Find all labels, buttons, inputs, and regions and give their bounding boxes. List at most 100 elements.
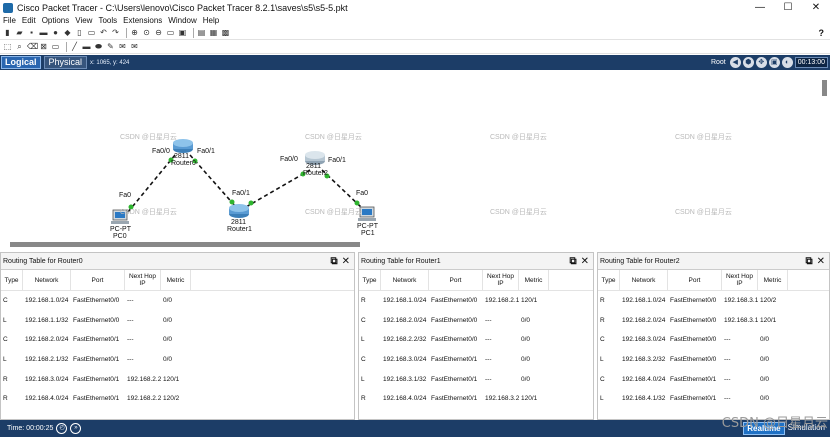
- topology-canvas: [111, 139, 376, 224]
- tools-toolbar: ⬚ ⌕ ⌫ ⊠ ▭ ╱ ▬ ⬬ ✎ ✉ ✉: [0, 40, 830, 54]
- close-panel-icon[interactable]: ✕: [342, 256, 350, 267]
- power-cycle-icon[interactable]: ◴: [56, 423, 68, 434]
- viewport-icon[interactable]: ▤: [197, 28, 206, 37]
- undock-icon[interactable]: ⧉: [569, 256, 576, 267]
- port-label: Fa0/1: [328, 157, 346, 164]
- close-panel-icon[interactable]: ✕: [817, 256, 825, 267]
- table-row: R 192.168.4.0/24 FastEthernet0/1 192.168.3.…: [359, 389, 593, 409]
- vertical-scrollbar[interactable]: [822, 80, 827, 96]
- column-header-nexthop[interactable]: Next Hop IP: [483, 269, 519, 291]
- add-simple-pdu-icon[interactable]: ✉: [118, 42, 127, 51]
- custom-device-icon[interactable]: ▣: [178, 28, 187, 37]
- add-complex-pdu-icon[interactable]: ✉: [130, 42, 139, 51]
- table-row: C 192.168.1.0/24 FastEthernet0/0 --- 0/0: [1, 291, 354, 311]
- menu-edit[interactable]: Edit: [22, 16, 36, 25]
- column-header-port[interactable]: Port: [71, 269, 125, 291]
- help-icon[interactable]: ?: [819, 28, 825, 38]
- logical-tab[interactable]: Logical: [1, 56, 41, 69]
- draw-line-icon[interactable]: ╱: [70, 42, 79, 51]
- route-metric: 120/1: [163, 375, 180, 383]
- drawing-palette-icon[interactable]: ▭: [166, 28, 175, 37]
- route-port: FastEthernet0/1: [73, 375, 120, 383]
- copy-icon[interactable]: ▯: [75, 28, 84, 37]
- physical-tab[interactable]: Physical: [43, 56, 88, 69]
- freeform-icon[interactable]: ✎: [106, 42, 115, 51]
- column-header-type[interactable]: Type: [1, 269, 23, 291]
- port-label: Fa0/1: [232, 190, 250, 197]
- print-icon[interactable]: ▬: [39, 28, 48, 37]
- routing-table-router2: Routing Table for Router2 ⧉ ✕ Type Network Po…: [597, 252, 830, 420]
- redo-icon[interactable]: ↷: [111, 28, 120, 37]
- paste-icon[interactable]: ▭: [87, 28, 96, 37]
- route-metric: 0/0: [521, 336, 531, 344]
- screenshot-icon[interactable]: ▦: [209, 28, 218, 37]
- logical-workspace[interactable]: CSDN @日星月云 CSDN @日星月云 CSDN @日星月云 CSDN @日…: [0, 70, 830, 248]
- save-icon[interactable]: ▪: [27, 28, 36, 37]
- horizontal-scrollbar[interactable]: [10, 242, 360, 247]
- menu-window[interactable]: Window: [168, 16, 196, 25]
- column-header-type[interactable]: Type: [598, 269, 620, 291]
- new-file-icon[interactable]: ▮: [3, 28, 12, 37]
- inspect-icon[interactable]: ⌕: [15, 42, 24, 51]
- column-header-type[interactable]: Type: [359, 269, 381, 291]
- menu-extensions[interactable]: Extensions: [123, 16, 162, 25]
- draw-ellipse-icon[interactable]: ⬬: [94, 42, 103, 51]
- watermark: CSDN @日星月云: [120, 134, 177, 141]
- column-header-metric[interactable]: Metric: [758, 269, 788, 291]
- mode-bar-right: Root ◀ ⬢ ✥ ▣ ◐ 00:13:00: [711, 56, 828, 69]
- maximize-button[interactable]: ☐: [774, 0, 802, 15]
- route-metric: 120/2: [163, 395, 180, 403]
- column-header-metric[interactable]: Metric: [161, 269, 191, 291]
- zoom-in-icon[interactable]: ⊕: [130, 28, 139, 37]
- table-row: L 192.168.3.2/32 FastEthernet0/0 --- 0/0: [598, 350, 829, 370]
- delete-icon[interactable]: ⌫: [27, 42, 38, 51]
- undock-icon[interactable]: ⧉: [330, 256, 337, 267]
- menu-file[interactable]: File: [3, 16, 16, 25]
- zoom-out-icon[interactable]: ⊖: [154, 28, 163, 37]
- route-metric: 120/1: [760, 316, 777, 324]
- undo-icon[interactable]: ↶: [99, 28, 108, 37]
- menu-view[interactable]: View: [75, 16, 92, 25]
- route-type: R: [361, 395, 366, 403]
- zoom-reset-icon[interactable]: ⊙: [142, 28, 151, 37]
- select-icon[interactable]: ⬚: [3, 42, 12, 51]
- menu-bar: File Edit Options View Tools Extensions …: [0, 15, 830, 25]
- column-header-port[interactable]: Port: [668, 269, 722, 291]
- column-header-metric[interactable]: Metric: [519, 269, 549, 291]
- column-header-network[interactable]: Network: [23, 269, 71, 291]
- fast-forward-icon[interactable]: »: [70, 423, 82, 434]
- close-window-button[interactable]: ✕: [802, 0, 830, 15]
- route-network: 192.168.2.1/32: [25, 356, 69, 364]
- undock-icon[interactable]: ⧉: [805, 256, 812, 267]
- place-note-icon[interactable]: ▭: [51, 42, 60, 51]
- network-info-icon[interactable]: ◆: [63, 28, 72, 37]
- route-next-hop: ---: [127, 336, 134, 344]
- set-background-icon[interactable]: ▣: [768, 57, 780, 68]
- route-next-hop: 192.168.3.1: [724, 297, 758, 305]
- minimize-button[interactable]: —: [746, 0, 774, 15]
- back-icon[interactable]: ◀: [729, 57, 741, 68]
- viewport-toggle-icon[interactable]: ◐: [781, 57, 793, 68]
- menu-options[interactable]: Options: [42, 16, 70, 25]
- menu-help[interactable]: Help: [203, 16, 219, 25]
- new-cluster-icon[interactable]: ⬢: [742, 57, 754, 68]
- column-header-port[interactable]: Port: [429, 269, 483, 291]
- column-header-nexthop[interactable]: Next Hop IP: [125, 269, 161, 291]
- column-header-network[interactable]: Network: [620, 269, 668, 291]
- column-header-network[interactable]: Network: [381, 269, 429, 291]
- resize-icon[interactable]: ⊠: [39, 42, 48, 51]
- open-folder-icon[interactable]: ▰: [15, 28, 24, 37]
- menu-tools[interactable]: Tools: [98, 16, 117, 25]
- toolbar-divider: [193, 27, 194, 38]
- move-object-icon[interactable]: ✥: [755, 57, 767, 68]
- close-panel-icon[interactable]: ✕: [581, 256, 589, 267]
- table-row: C 192.168.2.0/24 FastEthernet0/1 --- 0/0: [1, 330, 354, 350]
- column-header-nexthop[interactable]: Next Hop IP: [722, 269, 758, 291]
- route-network: 192.168.4.0/24: [25, 395, 69, 403]
- draw-rectangle-icon[interactable]: ▬: [82, 42, 91, 51]
- image-icon[interactable]: ▩: [221, 28, 230, 37]
- activity-wizard-icon[interactable]: ●: [51, 28, 60, 37]
- window-title: Cisco Packet Tracer - C:\Users\lenovo\Ci…: [17, 2, 348, 13]
- route-next-hop: ---: [485, 336, 492, 344]
- table-row: C 192.168.4.0/24 FastEthernet0/1 --- 0/0: [598, 369, 829, 389]
